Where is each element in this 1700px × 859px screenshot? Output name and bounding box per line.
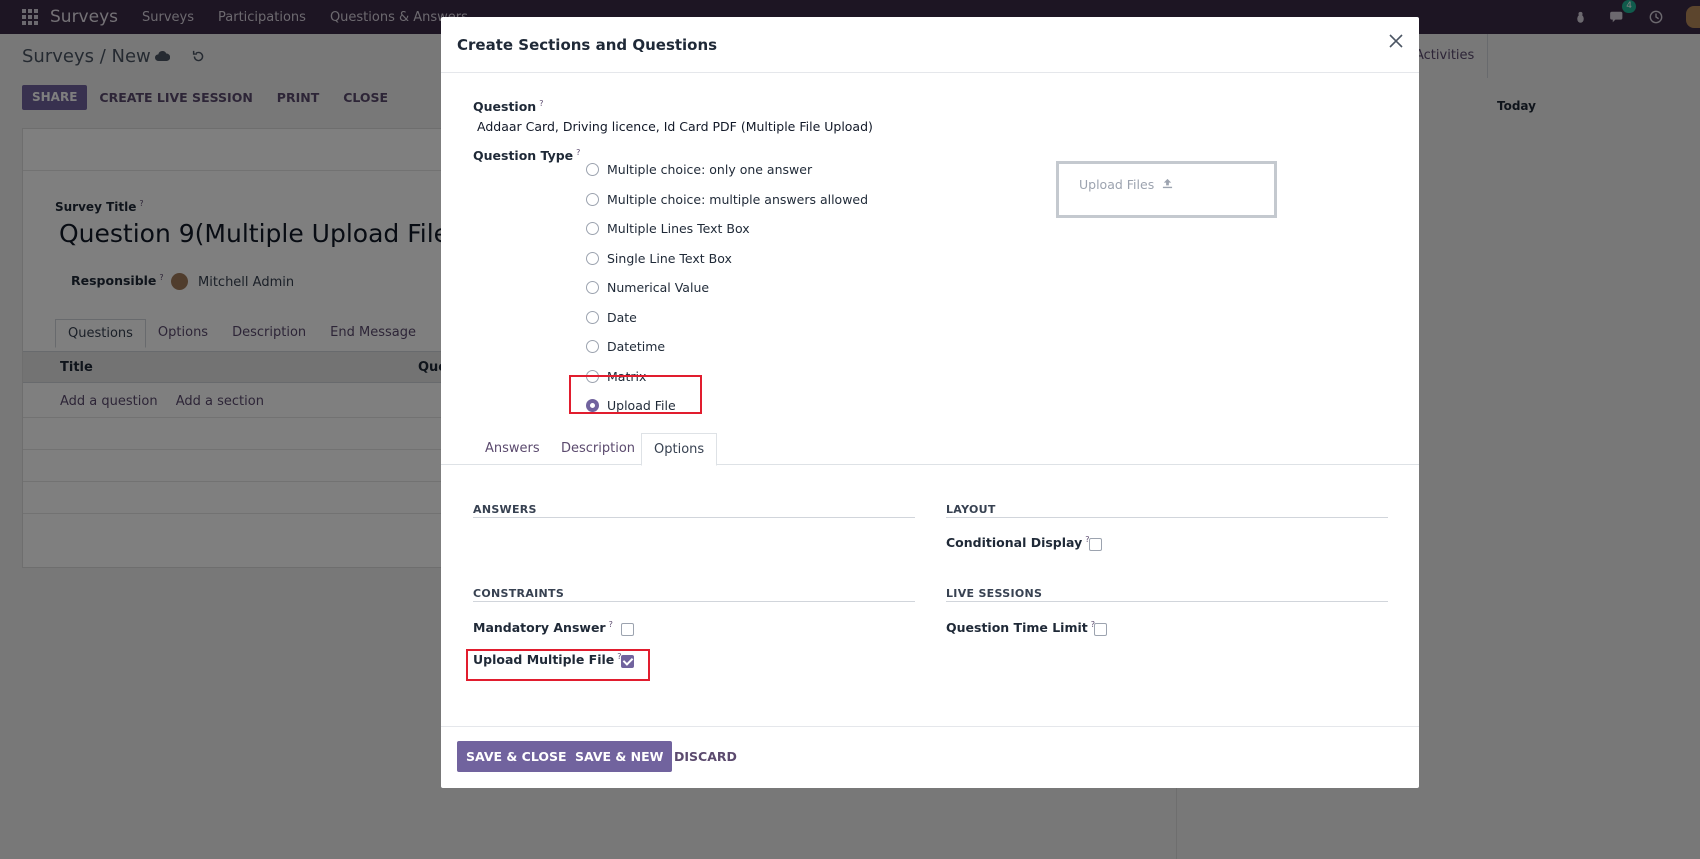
radio-option-datetime[interactable]: Datetime [586, 332, 868, 362]
radio-button[interactable] [586, 222, 599, 236]
question-input[interactable]: Addaar Card, Driving licence, Id Card PD… [477, 119, 873, 134]
question-type-label: Question Type? [473, 148, 581, 164]
question-time-limit-label: Question Time Limit? [946, 620, 1095, 636]
group-answers-title: ANSWERS [473, 503, 537, 516]
group-constraints-title: CONSTRAINTS [473, 587, 565, 600]
question-label: Question? [473, 99, 544, 115]
tab-description[interactable]: Description [549, 433, 647, 465]
radio-button[interactable] [586, 340, 599, 354]
save-new-button[interactable]: SAVE & NEW [566, 741, 673, 772]
radio-button[interactable] [586, 310, 599, 324]
radio-option-single-choice[interactable]: Multiple choice: only one answer [586, 155, 868, 185]
conditional-display-checkbox[interactable] [1089, 538, 1102, 551]
group-divider [473, 517, 915, 518]
question-time-limit-checkbox[interactable] [1094, 623, 1107, 636]
close-icon[interactable] [1387, 32, 1405, 50]
radio-button[interactable] [586, 251, 599, 265]
upload-files-preview-text: Upload Files [1079, 177, 1173, 192]
radio-option-multiple-lines[interactable]: Multiple Lines Text Box [586, 214, 868, 244]
conditional-display-label: Conditional Display? [946, 535, 1090, 551]
radio-button[interactable] [586, 281, 599, 295]
tab-answers[interactable]: Answers [473, 433, 552, 465]
mandatory-answer-label: Mandatory Answer? [473, 620, 613, 636]
radio-option-multiple-choice[interactable]: Multiple choice: multiple answers allowe… [586, 185, 868, 215]
mandatory-answer-checkbox[interactable] [621, 623, 634, 636]
highlight-upload-multiple-file [466, 649, 650, 681]
highlight-upload-file [569, 375, 702, 414]
group-divider [946, 601, 1388, 602]
radio-button[interactable] [586, 192, 599, 206]
dialog-tabs: Answers Description Options [441, 433, 1419, 466]
group-layout-title: LAYOUT [946, 503, 996, 516]
discard-button[interactable]: DISCARD [665, 741, 746, 772]
radio-option-single-line[interactable]: Single Line Text Box [586, 244, 868, 274]
tab-options[interactable]: Options [641, 433, 718, 466]
save-close-button[interactable]: SAVE & CLOSE [457, 741, 576, 772]
dialog-footer: SAVE & CLOSE SAVE & NEW DISCARD [441, 726, 1419, 788]
upload-icon [1163, 178, 1173, 189]
group-live-sessions-title: LIVE SESSIONS [946, 587, 1043, 600]
upload-files-preview: Upload Files [1056, 161, 1277, 218]
dialog-title: Create Sections and Questions [457, 36, 718, 54]
radio-option-date[interactable]: Date [586, 303, 868, 333]
radio-button[interactable] [586, 163, 599, 177]
group-divider [473, 601, 915, 602]
dialog-header: Create Sections and Questions [441, 17, 1419, 73]
create-question-dialog: Create Sections and Questions Question? … [441, 17, 1419, 788]
radio-option-numerical[interactable]: Numerical Value [586, 273, 868, 303]
group-divider [946, 517, 1388, 518]
